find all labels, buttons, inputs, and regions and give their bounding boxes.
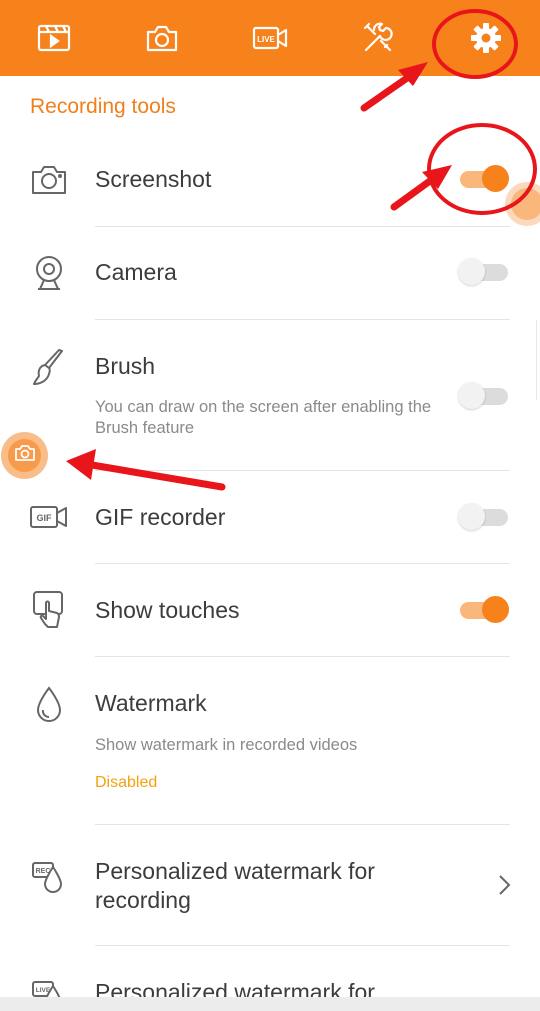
setting-row-show-touches[interactable]: Show touches <box>0 564 540 656</box>
tools-icon <box>361 21 395 55</box>
webcam-icon <box>27 251 71 295</box>
live-icon: LIVE <box>252 23 288 53</box>
camera-icon <box>27 158 71 202</box>
row-description: You can draw on the screen after enablin… <box>95 398 432 437</box>
tab-videos[interactable] <box>24 8 84 68</box>
scroll-edge <box>536 320 540 400</box>
screenshot-toggle[interactable] <box>458 164 510 192</box>
show-touches-toggle[interactable] <box>458 595 510 623</box>
setting-row-camera[interactable]: Camera <box>0 227 540 319</box>
drop-icon <box>27 683 71 727</box>
tab-settings[interactable] <box>456 8 516 68</box>
brush-icon <box>27 346 71 390</box>
row-title: Show touches <box>95 597 240 623</box>
row-title: Personalized watermark for recording <box>95 858 375 913</box>
section-title: Recording tools <box>30 95 176 118</box>
floating-screenshot-button[interactable] <box>1 432 48 479</box>
row-title: Brush <box>95 353 156 379</box>
tab-tools[interactable] <box>348 8 408 68</box>
row-title: Watermark <box>95 690 207 716</box>
live-watermark-icon: LIVE <box>27 974 71 997</box>
watermark-status: Disabled <box>95 774 158 791</box>
row-title: GIF recorder <box>95 504 226 530</box>
svg-text:GIF: GIF <box>37 513 53 523</box>
setting-row-gif-recorder[interactable]: GIF GIF recorder <box>0 471 540 563</box>
tab-screenshots[interactable] <box>132 8 192 68</box>
touch-icon <box>27 588 71 632</box>
setting-row-live-watermark[interactable]: LIVE Personalized watermark for <box>0 946 540 997</box>
row-title: Personalized watermark for <box>95 979 375 997</box>
row-description: Show watermark in recorded videos <box>95 736 358 754</box>
brush-toggle[interactable] <box>458 381 510 409</box>
tab-live[interactable]: LIVE <box>240 8 300 68</box>
setting-row-watermark[interactable]: Watermark Show watermark in recorded vid… <box>0 657 540 824</box>
chevron-right-icon <box>494 873 514 897</box>
video-list-icon <box>37 23 71 53</box>
gif-recorder-toggle[interactable] <box>458 502 510 530</box>
camera-icon <box>14 443 36 468</box>
setting-row-rec-watermark[interactable]: REC Personalized watermark for recording <box>0 825 540 945</box>
row-title: Screenshot <box>95 166 212 192</box>
svg-text:LIVE: LIVE <box>257 35 275 44</box>
camera-icon <box>145 23 179 53</box>
gear-icon <box>470 22 502 54</box>
setting-row-brush[interactable]: Brush You can draw on the screen after e… <box>0 320 540 470</box>
bottom-edge <box>0 997 540 1011</box>
gif-icon: GIF <box>27 495 71 539</box>
camera-toggle[interactable] <box>458 257 510 285</box>
row-title: Camera <box>95 259 177 285</box>
setting-row-screenshot[interactable]: Screenshot <box>0 140 540 226</box>
rec-watermark-icon: REC <box>27 855 71 899</box>
top-tab-bar: LIVE <box>0 0 540 76</box>
